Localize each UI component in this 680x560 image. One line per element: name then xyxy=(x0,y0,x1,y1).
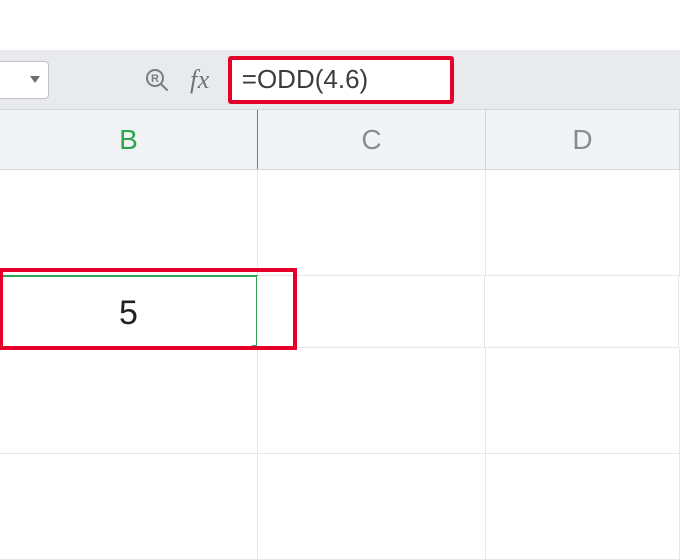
cell-D3[interactable] xyxy=(486,348,680,454)
cell-B3[interactable] xyxy=(0,348,258,454)
cell-C2[interactable] xyxy=(257,276,485,348)
spreadsheet-grid: B C D 5 xyxy=(0,110,680,500)
cell-C4[interactable] xyxy=(258,454,486,560)
cell-B2[interactable]: 5 xyxy=(0,275,258,351)
row-4 xyxy=(0,454,680,560)
cell-B1[interactable] xyxy=(0,170,258,276)
row-2: 5 xyxy=(0,276,680,348)
name-box-dropdown[interactable] xyxy=(0,61,49,99)
column-header-D[interactable]: D xyxy=(486,110,680,169)
cell-B4[interactable] xyxy=(0,454,258,560)
cell-value: 5 xyxy=(119,294,138,333)
column-header-C[interactable]: C xyxy=(258,110,486,169)
cell-C3[interactable] xyxy=(258,348,486,454)
column-headers: B C D xyxy=(0,110,680,170)
formula-text: =ODD(4.6) xyxy=(242,64,368,95)
row-1 xyxy=(0,170,680,276)
formula-input[interactable]: =ODD(4.6) xyxy=(228,56,454,104)
fx-label[interactable]: fx xyxy=(190,65,210,95)
row-3 xyxy=(0,348,680,454)
formula-toolbar: R fx =ODD(4.6) xyxy=(0,50,680,110)
svg-text:R: R xyxy=(151,73,159,85)
registered-search-icon[interactable]: R xyxy=(144,67,170,93)
grid-rows: 5 xyxy=(0,170,680,560)
cell-D1[interactable] xyxy=(486,170,680,276)
cell-D4[interactable] xyxy=(486,454,680,560)
cell-C1[interactable] xyxy=(258,170,486,276)
chevron-down-icon xyxy=(30,76,40,83)
column-header-B[interactable]: B xyxy=(0,110,258,169)
cell-D2[interactable] xyxy=(485,276,679,348)
